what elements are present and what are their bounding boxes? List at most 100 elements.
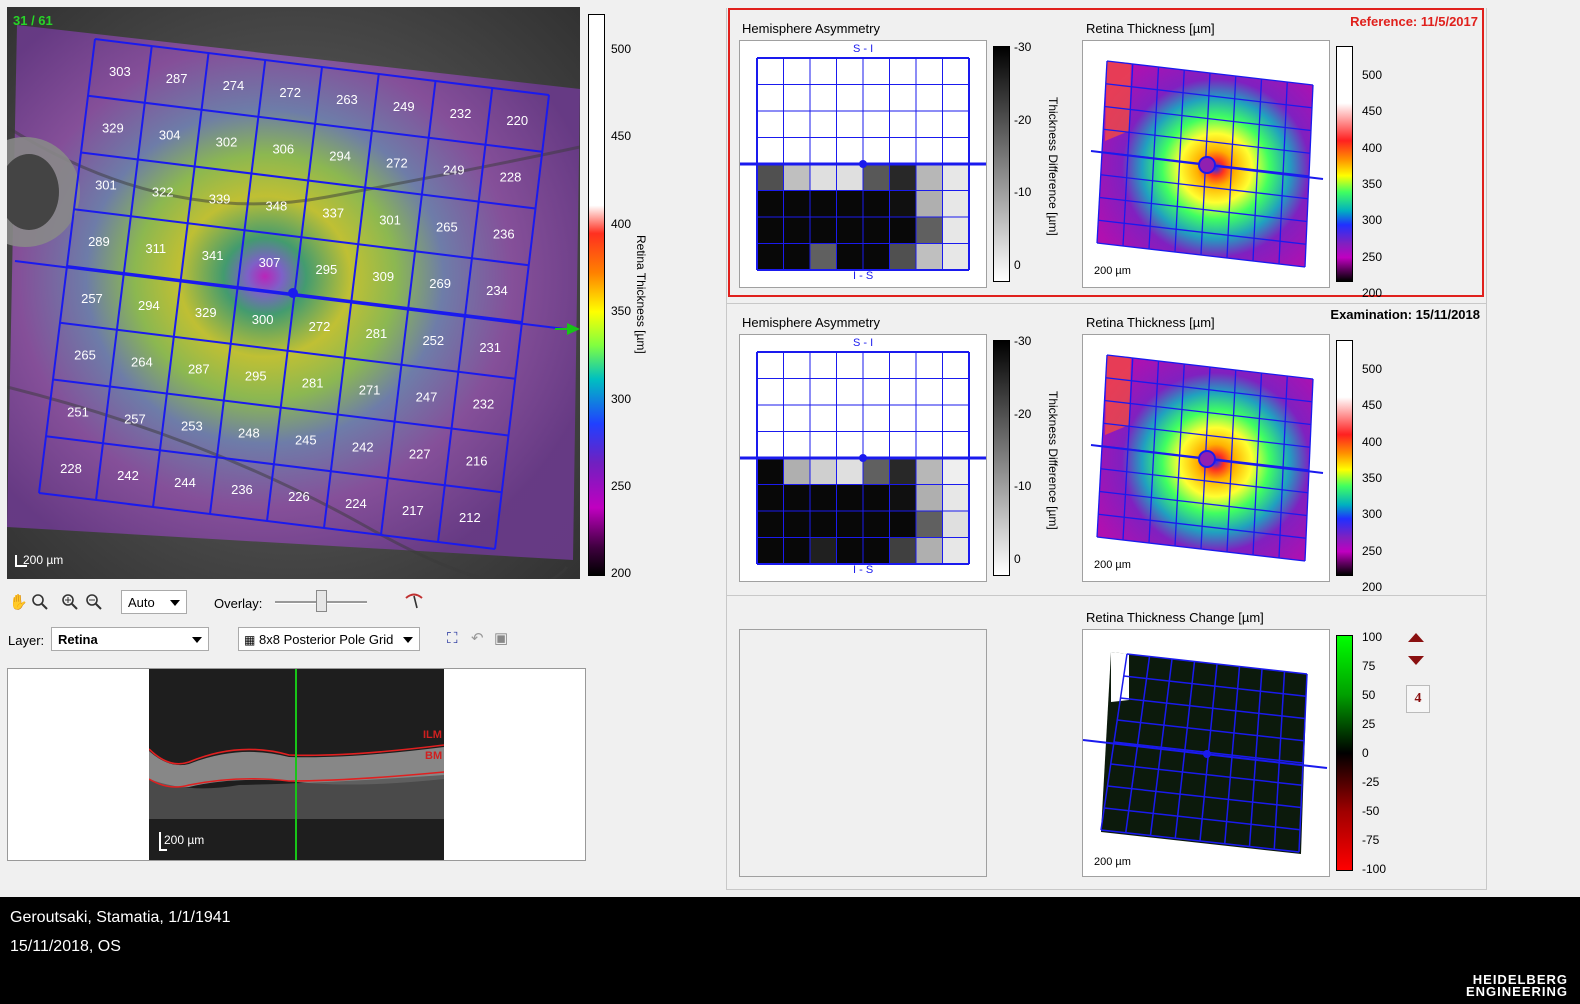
asym-cell [889, 190, 916, 217]
magnifier-icon[interactable] [32, 594, 48, 610]
zoom-mode-select[interactable]: Auto [121, 590, 187, 614]
grid-value: 322 [152, 184, 174, 199]
asym-tick-label: -10 [1014, 185, 1032, 199]
right-panel-left-border [726, 8, 727, 890]
grid-value: 224 [345, 496, 367, 511]
grid-value: 228 [500, 170, 522, 185]
thickness-title: Retina Thickness [µm] [1086, 315, 1215, 330]
asym-cell [916, 511, 943, 538]
fundus-tick-label: 350 [611, 304, 632, 319]
asym-box[interactable]: S - I I - S [739, 334, 987, 582]
asym-cell [889, 243, 916, 270]
grid-value: 287 [166, 71, 188, 86]
thickness-map-box[interactable]: 200 µm [1082, 40, 1330, 288]
thickness-tick-label: 450 [1362, 398, 1383, 413]
asym-cell [863, 484, 890, 511]
grid-value: 253 [181, 418, 203, 433]
asym-colorbar-title: Thickness Difference [µm] [1046, 391, 1060, 530]
asym-cell [757, 511, 784, 538]
grid-value: 287 [188, 362, 210, 377]
asym-cell [757, 190, 784, 217]
grid-value: 236 [231, 482, 253, 497]
patient-footer: Geroutsaki, Stamatia, 1/1/1941 15/11/201… [0, 897, 1580, 1004]
asym-cell [810, 511, 837, 538]
bm-label: BM [425, 750, 443, 762]
grid-value: 272 [279, 85, 301, 100]
asym-tick-label: 0 [1014, 551, 1021, 566]
asym-cell [810, 484, 837, 511]
change-tick-label: 50 [1362, 688, 1376, 702]
brand-line-2: ENGINEERING [1465, 984, 1568, 999]
asym-cell [942, 511, 969, 538]
thickness-tick-label: 400 [1362, 434, 1383, 449]
asym-cell [863, 537, 890, 564]
asym-cell [863, 190, 890, 217]
change-scale-label: 200 µm [1094, 856, 1131, 868]
grid-value: 304 [159, 128, 181, 143]
grid-value: 281 [366, 326, 388, 341]
change-map-box[interactable]: 200 µm [1082, 629, 1330, 877]
asym-cell [889, 164, 916, 191]
asym-box[interactable]: S - I I - S [739, 40, 987, 288]
grid-value: 329 [195, 305, 217, 320]
cursor-sync-icon[interactable] [404, 592, 424, 610]
thickness-tick-label: 200 [1362, 285, 1383, 300]
asym-cell [757, 537, 784, 564]
grid-value: 341 [202, 248, 224, 263]
asym-cell [757, 484, 784, 511]
grid-value: 294 [329, 149, 351, 164]
fundus-tick-label: 250 [611, 479, 632, 493]
layer-value: Retina [58, 632, 98, 647]
thickness-map-box[interactable]: 200 µm [1082, 334, 1330, 582]
spinner-value[interactable]: 4 [1406, 685, 1430, 713]
asym-tick-label: 0 [1014, 257, 1021, 272]
layer-select[interactable]: Retina [51, 627, 209, 651]
grid-value: 303 [109, 64, 131, 79]
asym-cell [836, 537, 863, 564]
asym-cell [783, 458, 810, 485]
asym-cell [810, 217, 837, 244]
save-icon[interactable]: ▣ [494, 629, 508, 647]
reference-header: Reference: 11/5/2017 [1350, 14, 1478, 29]
asym-cell [942, 243, 969, 270]
asym-cell [783, 217, 810, 244]
zoom-in-icon[interactable] [62, 594, 78, 610]
asym-cell [942, 537, 969, 564]
grid-value: 226 [288, 489, 310, 504]
grid-value: 337 [322, 205, 344, 220]
grid-value: 245 [295, 432, 317, 447]
grid-value: 244 [174, 475, 196, 490]
grid-value: 220 [506, 113, 528, 128]
grid-value: 212 [459, 510, 481, 525]
asym-cell [836, 511, 863, 538]
grid-value: 348 [266, 198, 288, 213]
fundus-image[interactable]: 303 287 274 272 263 249 232 220 329 304 302 306 294 2… [7, 7, 580, 579]
asym-cell [863, 164, 890, 191]
grid-value: 271 [359, 383, 381, 398]
pan-hand-icon[interactable]: ✋ [9, 593, 28, 611]
fundus-thickness-map: 303 287 274 272 263 249 232 220 329 304 302 306 294 2… [7, 7, 580, 579]
zoom-out-icon[interactable] [86, 594, 102, 610]
grid-icon: ▦ [244, 633, 256, 647]
bscan-panel: ILM BM 200 µm [7, 668, 586, 861]
asym-cell [942, 217, 969, 244]
change-map [1082, 652, 1328, 854]
grid-value: 231 [479, 340, 501, 355]
asym-cell [889, 537, 916, 564]
grid-value: 263 [336, 92, 358, 107]
grid-select[interactable]: ▦ 8x8 Posterior Pole Grid [238, 627, 420, 651]
grid-value: 257 [81, 291, 103, 306]
thickness-tick-label: 200 [1362, 579, 1383, 594]
overlay-slider-thumb[interactable] [316, 590, 327, 612]
spinner-up-icon[interactable] [1408, 633, 1424, 642]
undo-icon[interactable]: ↶ [471, 629, 484, 647]
grid-value: 269 [429, 276, 451, 291]
center-grid-icon[interactable]: ⛶ [447, 630, 458, 647]
grid-value: 251 [67, 404, 89, 419]
grid-value: 252 [422, 333, 444, 348]
grid-value: 306 [272, 142, 294, 157]
spinner-down-icon[interactable] [1408, 656, 1424, 665]
asym-cell [783, 537, 810, 564]
bscan-position-line[interactable] [295, 669, 297, 860]
bscan-image[interactable]: ILM BM 200 µm [149, 669, 444, 860]
